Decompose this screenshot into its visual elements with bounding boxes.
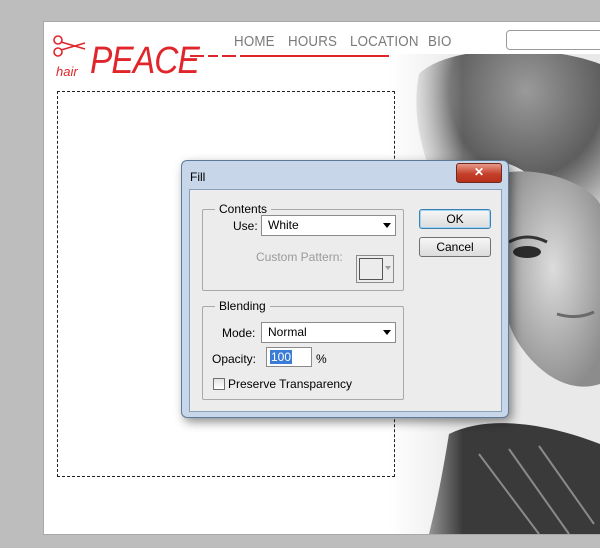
nav-item-hours[interactable]: HOURS [288, 34, 337, 50]
preserve-transparency-label[interactable]: Preserve Transparency [228, 377, 352, 391]
site-logo: hair PEACE [52, 32, 200, 82]
header-dashed-line [190, 55, 236, 57]
use-select-value: White [268, 218, 299, 232]
cancel-button[interactable]: Cancel [419, 237, 491, 257]
opacity-label: Opacity: [212, 352, 257, 366]
use-label: Use: [233, 219, 258, 233]
chevron-down-icon [383, 223, 391, 228]
chevron-down-icon [383, 330, 391, 335]
close-x-icon: ✕ [473, 165, 485, 179]
mode-label: Mode: [222, 326, 256, 340]
dialog-title-bar[interactable]: Fill ✕ [182, 161, 508, 189]
contents-legend: Contents [215, 202, 272, 216]
scissors-icon [53, 35, 86, 57]
nav-item-location[interactable]: LOCATION [350, 34, 419, 50]
custom-pattern-picker [356, 255, 394, 283]
blending-legend: Blending [215, 299, 270, 313]
opacity-value: 100 [270, 350, 293, 364]
preserve-transparency-checkbox[interactable] [213, 378, 225, 390]
mode-select-value: Normal [268, 325, 307, 339]
mode-select[interactable]: Normal [261, 322, 396, 343]
logo-text-small: hair [56, 64, 78, 79]
nav-item-home[interactable]: HOME [234, 34, 275, 50]
use-select[interactable]: White [261, 215, 396, 236]
contents-group: Contents Use: White Custom Pattern: [202, 202, 404, 291]
pattern-swatch [359, 258, 383, 280]
close-button[interactable]: ✕ [456, 163, 502, 183]
opacity-unit: % [316, 352, 327, 366]
blending-group: Blending Mode: Normal Opacity: 100 % Pre… [202, 299, 404, 400]
search-input[interactable] [506, 30, 600, 50]
nav-item-bio[interactable]: BIO [428, 34, 452, 50]
fill-dialog: Fill ✕ Contents Use: White Custom Patter… [181, 160, 509, 418]
opacity-input[interactable]: 100 [266, 347, 312, 367]
custom-pattern-label: Custom Pattern: [256, 250, 343, 264]
ok-button[interactable]: OK [419, 209, 491, 229]
chevron-down-icon [385, 266, 391, 270]
logo-text-big: PEACE [90, 40, 200, 82]
dialog-title: Fill [190, 170, 206, 184]
dialog-body: Contents Use: White Custom Pattern: Blen… [189, 189, 502, 412]
